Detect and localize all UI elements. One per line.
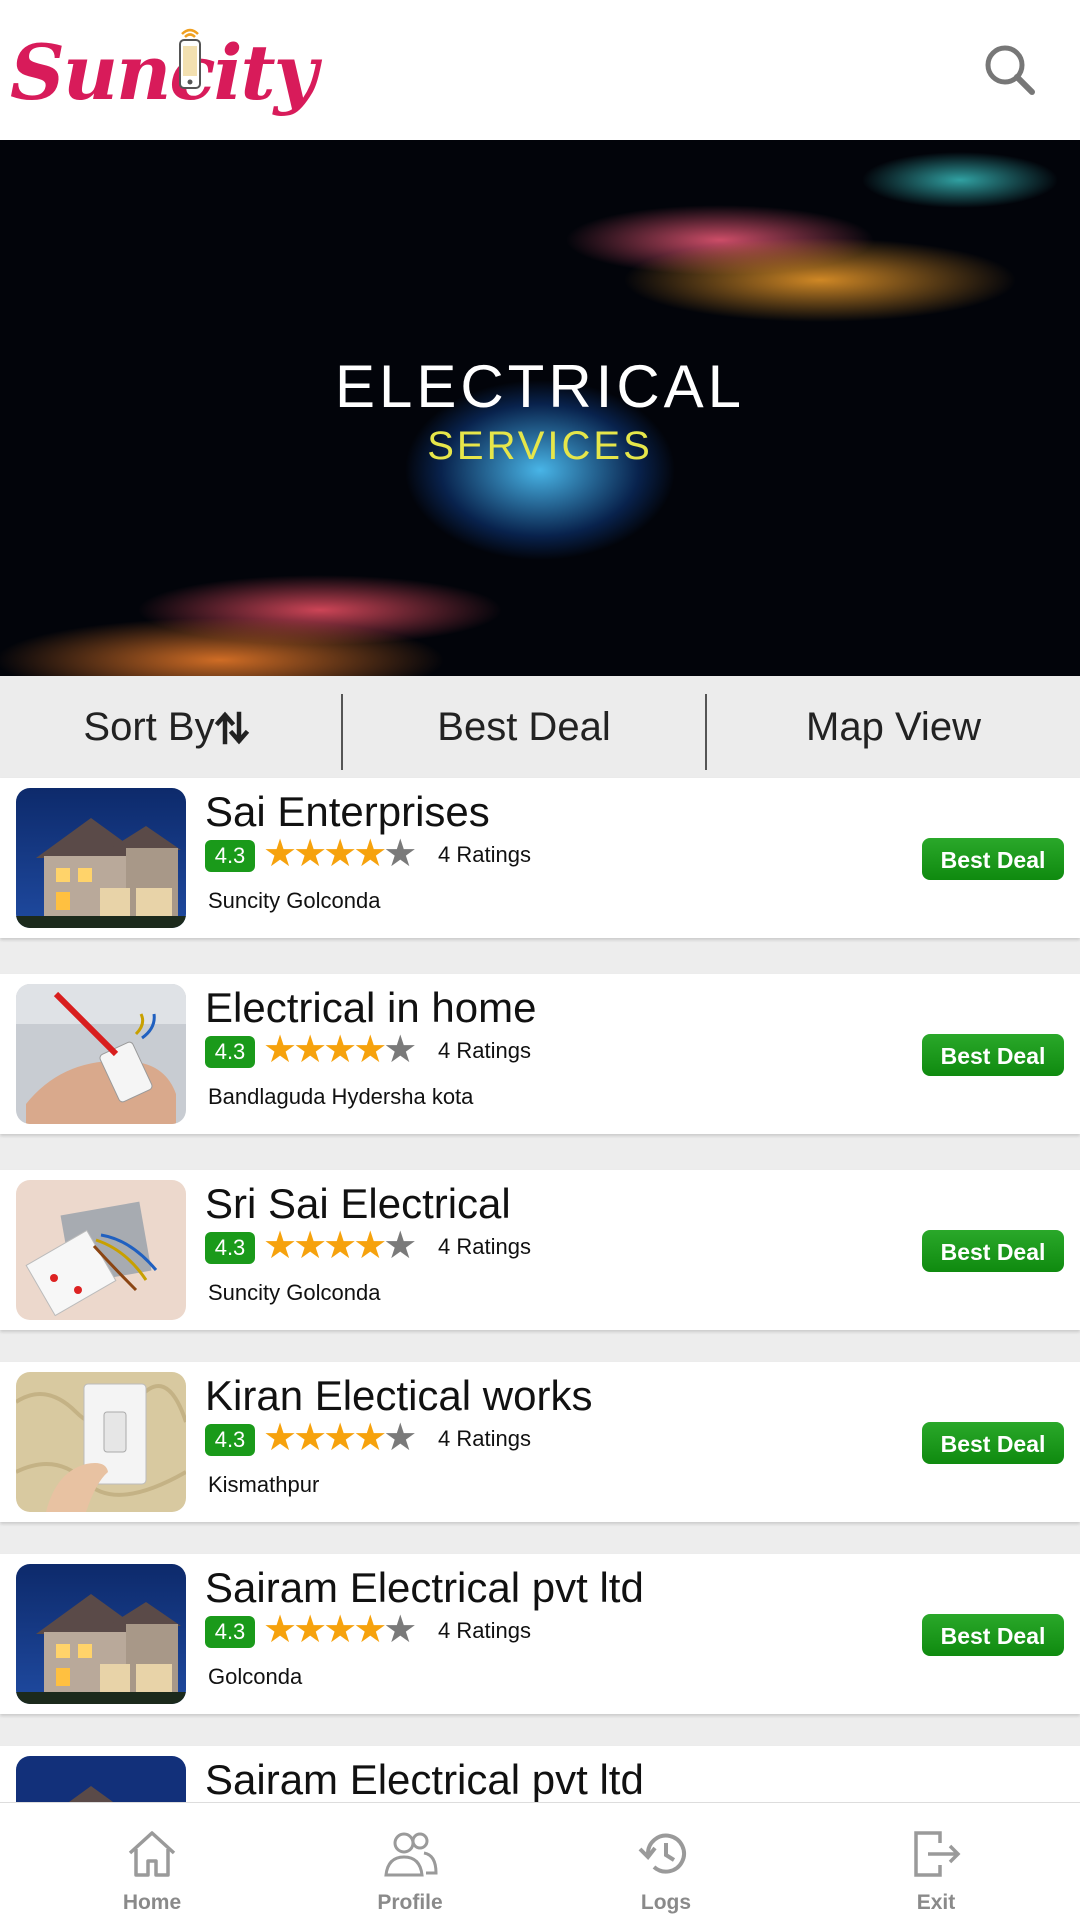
sort-arrows-icon <box>214 711 250 745</box>
logo-text: Suncity <box>10 28 318 117</box>
rating-badge: 4.3 <box>205 1424 255 1456</box>
app-header: Suncity <box>0 0 1080 140</box>
nav-logs-label: Logs <box>640 1891 692 1914</box>
nav-logs[interactable]: Logs <box>586 1803 746 1921</box>
listing-name: Electrical in home <box>205 984 537 1031</box>
light-switch-thumbnail <box>16 1372 186 1512</box>
nav-profile[interactable]: Profile <box>330 1803 490 1921</box>
listing-name: Sairam Electrical pvt ltd <box>205 1564 644 1611</box>
suncity-logo[interactable]: Suncity <box>10 18 318 118</box>
nav-home-label: Home <box>122 1891 182 1914</box>
search-button[interactable] <box>980 40 1040 100</box>
best-deal-button[interactable]: Best Deal <box>922 1034 1064 1076</box>
bottom-navigation: Home Profile Logs Exit <box>0 1802 1080 1921</box>
best-deal-button[interactable]: Best Deal <box>922 838 1064 880</box>
star-rating: ★★★★★ <box>263 833 417 875</box>
listing-location: Suncity Golconda <box>208 888 381 913</box>
profile-icon <box>384 1832 438 1877</box>
history-icon <box>638 1833 686 1874</box>
listing-location: Golconda <box>208 1664 303 1689</box>
rating-badge: 4.3 <box>205 1036 255 1068</box>
ratings-count: 4 Ratings <box>438 1234 531 1259</box>
star-rating: ★★★★★ <box>263 1029 417 1071</box>
banner-subtitle: SERVICES <box>427 424 653 468</box>
listing-name: Sai Enterprises <box>205 788 490 835</box>
listing-card[interactable]: Sairam Electrical pvt ltd 4.3 ★★★★★ 4 Ra… <box>0 1554 1080 1714</box>
ratings-count: 4 Ratings <box>438 1038 531 1063</box>
sort-by-label: Sort By <box>83 705 215 749</box>
nav-exit-label: Exit <box>916 1891 956 1914</box>
listing-card[interactable]: Electrical in home 4.3 ★★★★★ 4 Ratings B… <box>0 974 1080 1134</box>
star-rating: ★★★★★ <box>263 1225 417 1267</box>
socket-wiring-thumbnail <box>16 1180 186 1320</box>
best-deal-button[interactable]: Best Deal <box>922 1422 1064 1464</box>
banner-title: ELECTRICAL <box>334 353 746 420</box>
rating-badge: 4.3 <box>205 840 255 872</box>
listing-card[interactable]: Sai Enterprises 4.3 ★★★★★ 4 Ratings Sunc… <box>0 778 1080 938</box>
listing-location: Suncity Golconda <box>208 1280 381 1305</box>
hand-wiring-thumbnail <box>16 984 186 1124</box>
search-icon <box>985 45 1035 95</box>
sort-by-button[interactable]: Sort By <box>0 676 342 778</box>
nav-profile-label: Profile <box>377 1891 443 1914</box>
star-rating: ★★★★★ <box>263 1417 417 1459</box>
house-night-thumbnail <box>16 1564 186 1704</box>
ratings-count: 4 Ratings <box>438 1618 531 1643</box>
listing-name: Sri Sai Electrical <box>205 1180 511 1227</box>
listing-location: Kismathpur <box>208 1472 320 1497</box>
best-deal-button[interactable]: Best Deal <box>922 1614 1064 1656</box>
listing-card[interactable]: Sri Sai Electrical 4.3 ★★★★★ 4 Ratings S… <box>0 1170 1080 1330</box>
ratings-count: 4 Ratings <box>438 1426 531 1451</box>
phone-icon <box>179 28 201 89</box>
listing-card[interactable]: Kiran Electical works 4.3 ★★★★★ 4 Rating… <box>0 1362 1080 1522</box>
home-icon <box>128 1831 176 1877</box>
rating-badge: 4.3 <box>205 1232 255 1264</box>
house-night-thumbnail <box>16 788 186 928</box>
best-deal-filter[interactable]: Best Deal <box>343 676 705 778</box>
map-view-button[interactable]: Map View <box>707 676 1080 778</box>
listing-name: Sairam Electrical pvt ltd <box>205 1756 644 1803</box>
listing-location: Bandlaguda Hydersha kota <box>208 1084 474 1109</box>
filter-bar: Sort By Best Deal Map View <box>0 676 1080 778</box>
rating-badge: 4.3 <box>205 1616 255 1648</box>
best-deal-button[interactable]: Best Deal <box>922 1230 1064 1272</box>
nav-exit[interactable]: Exit <box>856 1803 1016 1921</box>
listing-name: Kiran Electical works <box>205 1372 593 1419</box>
exit-icon <box>914 1831 961 1877</box>
nav-home[interactable]: Home <box>72 1803 232 1921</box>
ratings-count: 4 Ratings <box>438 842 531 867</box>
category-banner: ELECTRICAL SERVICES <box>0 140 1080 676</box>
star-rating: ★★★★★ <box>263 1609 417 1651</box>
